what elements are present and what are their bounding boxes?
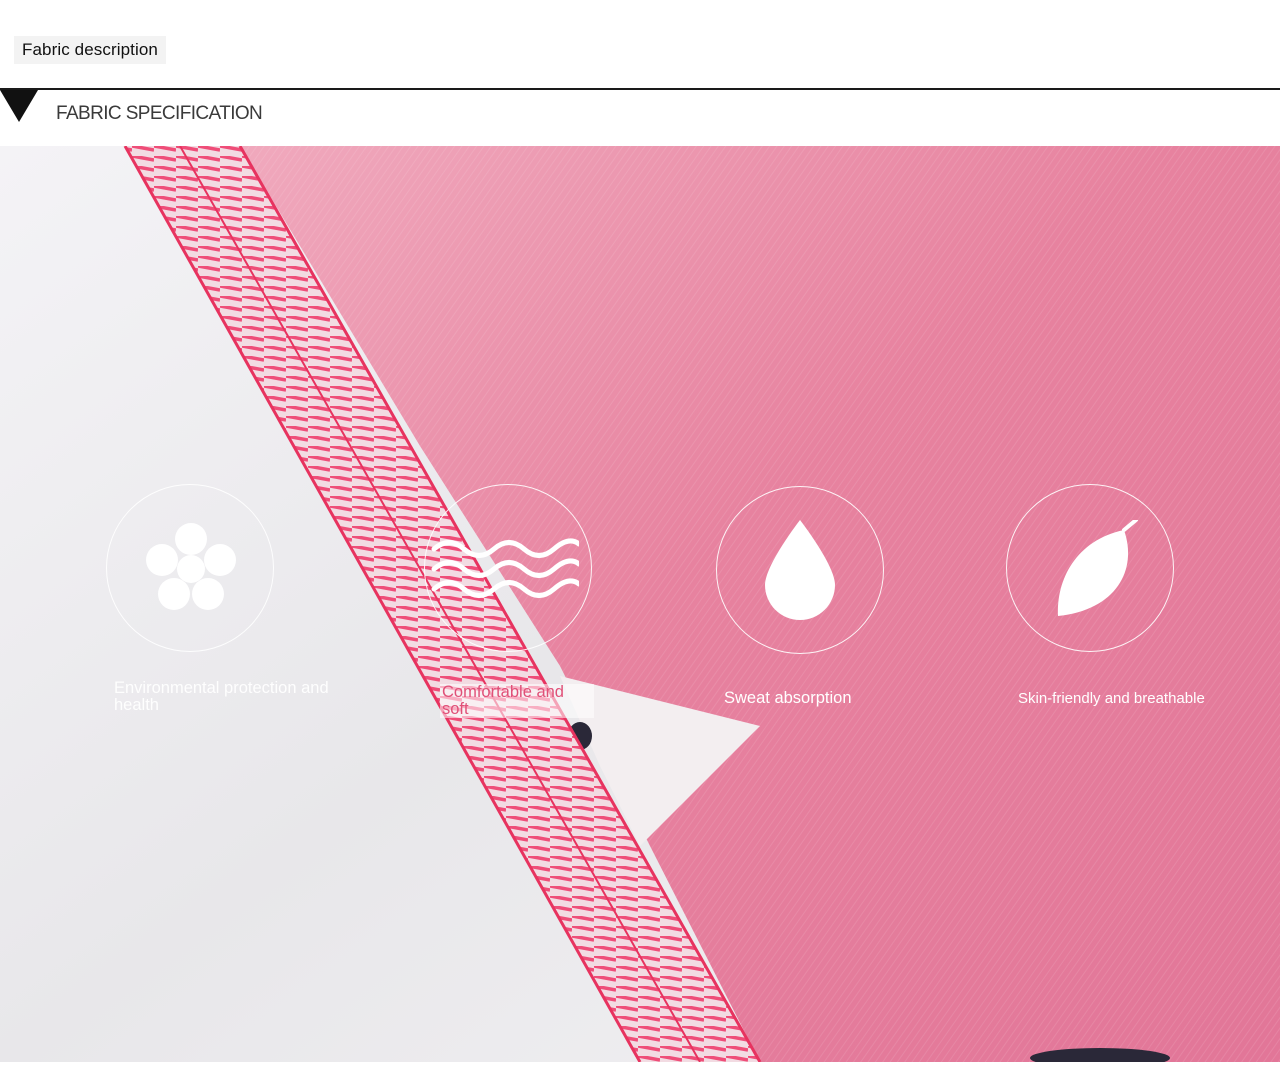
flower-icon (146, 523, 236, 610)
feature-label: Comfortable and soft (440, 684, 594, 718)
waves-icon (431, 538, 579, 598)
page-title: Fabric description (14, 36, 166, 64)
feature-label: Environmental protection and health (114, 679, 329, 714)
feature-label: Sweat absorption (724, 689, 852, 707)
water-drop-icon (765, 520, 835, 620)
section-heading: FABRIC SPECIFICATION (56, 103, 263, 124)
feature-label: Skin-friendly and breathable (1018, 690, 1205, 707)
section-marker-triangle (0, 90, 38, 122)
header-divider (0, 88, 1280, 90)
leaf-icon (1057, 520, 1138, 616)
